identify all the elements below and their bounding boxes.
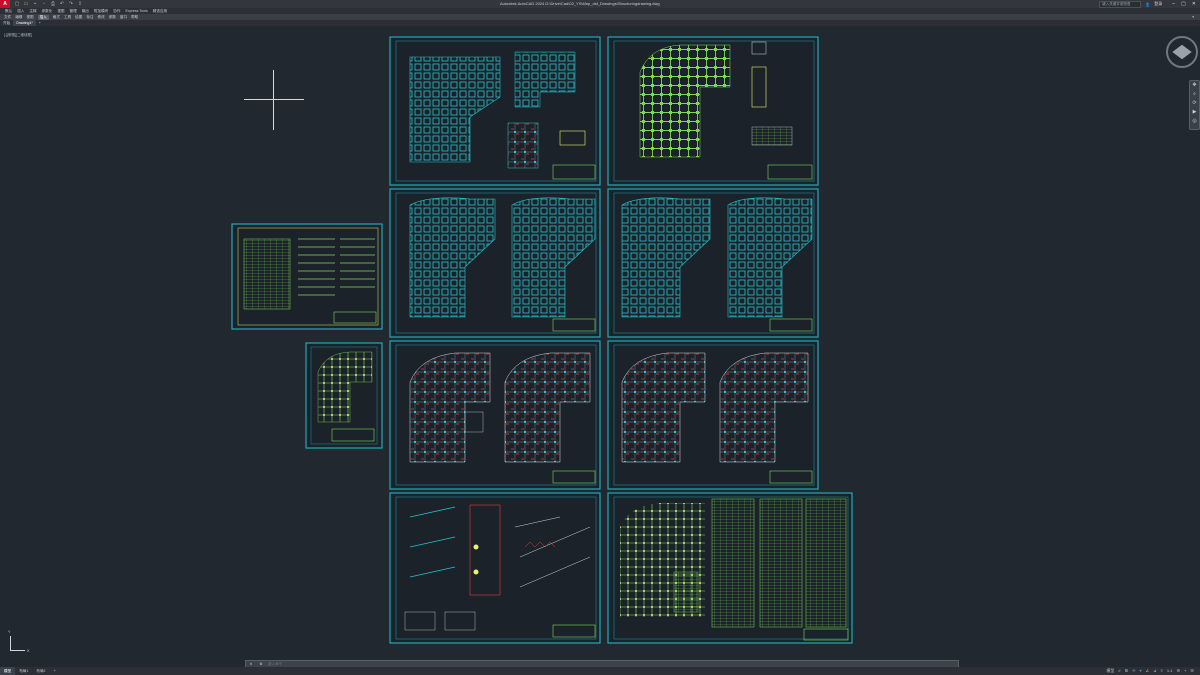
- menu-item[interactable]: 插入: [17, 9, 24, 14]
- tab-model[interactable]: 模型: [0, 667, 16, 675]
- sheet-beam-plan-2: [607, 188, 819, 338]
- sheet-column-schedule: [607, 492, 853, 644]
- search-input[interactable]: 键入关键字或短语: [1099, 0, 1142, 8]
- ribbon-tab[interactable]: 文件: [4, 15, 11, 20]
- ribbon-tab[interactable]: 视图: [26, 15, 33, 20]
- add-layout-button[interactable]: +: [50, 667, 60, 675]
- menu-item[interactable]: 参数化: [42, 9, 53, 14]
- ribbon-tab[interactable]: 绘图: [75, 15, 82, 20]
- menu-item[interactable]: 默认: [5, 9, 12, 14]
- ribbon-collapse-icon[interactable]: ▾: [1192, 15, 1194, 19]
- command-close-icon[interactable]: ✕: [246, 662, 256, 666]
- status-bar: 模型 布局1 布局2 + 模型 # ⊞ ⟲ ⌖ ∠ ⊿ ≡ 1:1 ⚙ + ☰: [0, 667, 1200, 675]
- ribbon-tab[interactable]: 编辑: [15, 15, 22, 20]
- ribbon-tab[interactable]: 工具: [64, 15, 71, 20]
- undo-icon[interactable]: ↶: [59, 1, 65, 7]
- tab-layout1[interactable]: 布局1: [15, 667, 32, 675]
- app-menu-button[interactable]: A: [0, 0, 10, 8]
- title-bar-right: 键入关键字或短语 👤 登录 – ▢ ✕: [1099, 0, 1196, 8]
- doc-tab-drawing[interactable]: Drawing1*: [13, 20, 36, 26]
- viewcube-icon[interactable]: [1166, 36, 1198, 68]
- new-tab-button[interactable]: +: [36, 20, 44, 26]
- ribbon-tab-active[interactable]: 插入: [37, 14, 49, 20]
- viewcube-face[interactable]: [1172, 44, 1192, 60]
- menu-item[interactable]: 注释: [29, 9, 36, 14]
- ribbon-tab[interactable]: 参数: [109, 15, 116, 20]
- sheet-general-notes: [231, 223, 383, 330]
- zoom-icon[interactable]: ⌕: [1190, 90, 1199, 99]
- osnap-icon[interactable]: ∠: [1146, 668, 1150, 674]
- ribbon-tab[interactable]: 窗口: [120, 15, 127, 20]
- lineweight-icon[interactable]: ≡: [1161, 668, 1163, 674]
- customize-icon[interactable]: ☰: [1190, 668, 1194, 674]
- share-icon[interactable]: ⇪: [77, 1, 83, 7]
- ribbon-tab[interactable]: 标注: [86, 15, 93, 20]
- sign-in-button[interactable]: 登录: [1154, 1, 1162, 7]
- snap-icon[interactable]: ⊞: [1125, 668, 1128, 674]
- ribbon-tab[interactable]: 格式: [53, 15, 60, 20]
- sheet-slab-plan-1: [389, 340, 601, 490]
- status-tools: 模型 # ⊞ ⟲ ⌖ ∠ ⊿ ≡ 1:1 ⚙ + ☰: [1106, 668, 1194, 674]
- menu-item[interactable]: 管理: [70, 9, 77, 14]
- quick-access-toolbar: ▢ ▭ ▪ ▫ ⎙ ↶ ↷ ⇪: [14, 1, 83, 7]
- sheet-beam-plan-1: [389, 188, 601, 338]
- menu-item[interactable]: 协作: [113, 9, 120, 14]
- workspace-icon[interactable]: ⚙: [1176, 668, 1180, 674]
- window-controls: – ▢ ✕: [1172, 1, 1196, 7]
- minimize-icon[interactable]: –: [1172, 1, 1175, 7]
- tab-layout2[interactable]: 布局2: [32, 667, 49, 675]
- new-icon[interactable]: ▢: [14, 1, 20, 7]
- window-title: Autodesk AutoCAD 2024 D:\Drive\Cad\02_YS…: [500, 1, 660, 6]
- sheet-slab-plan-2: [607, 340, 819, 490]
- fullnav-icon[interactable]: ◎: [1190, 117, 1199, 126]
- command-settings-icon[interactable]: ⚙: [256, 662, 266, 666]
- menu-item[interactable]: 视图: [57, 9, 64, 14]
- polar-icon[interactable]: ⌖: [1139, 668, 1141, 674]
- ribbon-tab[interactable]: 帮助: [131, 15, 138, 20]
- sheet-stair-details: [389, 492, 601, 644]
- dynamic-ucs-icon[interactable]: ⊿: [1153, 668, 1156, 674]
- document-tabs: 开始 Drawing1* +: [0, 20, 1200, 26]
- ortho-icon[interactable]: ⟲: [1132, 668, 1135, 674]
- print-icon[interactable]: ⎙: [50, 1, 56, 7]
- navigation-bar: ✥ ⌕ ⟳ ▶ ◎: [1189, 80, 1200, 130]
- drawing-sheets: [231, 36, 853, 644]
- sheet-foundation-plan: [389, 36, 601, 186]
- saveas-icon[interactable]: ▫: [41, 1, 47, 7]
- command-input[interactable]: [266, 661, 958, 667]
- menu-item[interactable]: Express Tools: [125, 9, 147, 13]
- sheet-small-plan: [305, 342, 383, 449]
- grid-icon[interactable]: #: [1118, 668, 1120, 674]
- close-icon[interactable]: ✕: [1192, 1, 1196, 7]
- menu-item[interactable]: 输出: [82, 9, 89, 14]
- title-bar: A ▢ ▭ ▪ ▫ ⎙ ↶ ↷ ⇪ Autodesk AutoCAD 2024 …: [0, 0, 1200, 8]
- annotation-scale-icon[interactable]: 1:1: [1167, 668, 1173, 674]
- menu-item[interactable]: 精选应用: [153, 9, 167, 14]
- model-space-toggle[interactable]: 模型: [1106, 668, 1114, 674]
- cursor-crosshair: [244, 70, 304, 130]
- doc-tab-start[interactable]: 开始: [0, 20, 13, 26]
- maximize-icon[interactable]: ▢: [1181, 1, 1186, 7]
- save-icon[interactable]: ▪: [32, 1, 38, 7]
- pan-icon[interactable]: ✥: [1190, 81, 1199, 90]
- redo-icon[interactable]: ↷: [68, 1, 74, 7]
- sheet-pile-plan: [607, 36, 819, 186]
- ucs-icon: X Y: [8, 630, 30, 653]
- open-icon[interactable]: ▭: [23, 1, 29, 7]
- showmotion-icon[interactable]: ▶: [1190, 108, 1199, 117]
- ribbon-tab[interactable]: 修改: [98, 15, 105, 20]
- menu-item[interactable]: 附加模块: [94, 9, 108, 14]
- add-icon[interactable]: +: [1184, 668, 1186, 674]
- orbit-icon[interactable]: ⟳: [1190, 99, 1199, 108]
- drawing-canvas[interactable]: [0, 27, 1200, 660]
- user-icon[interactable]: 👤: [1145, 2, 1150, 7]
